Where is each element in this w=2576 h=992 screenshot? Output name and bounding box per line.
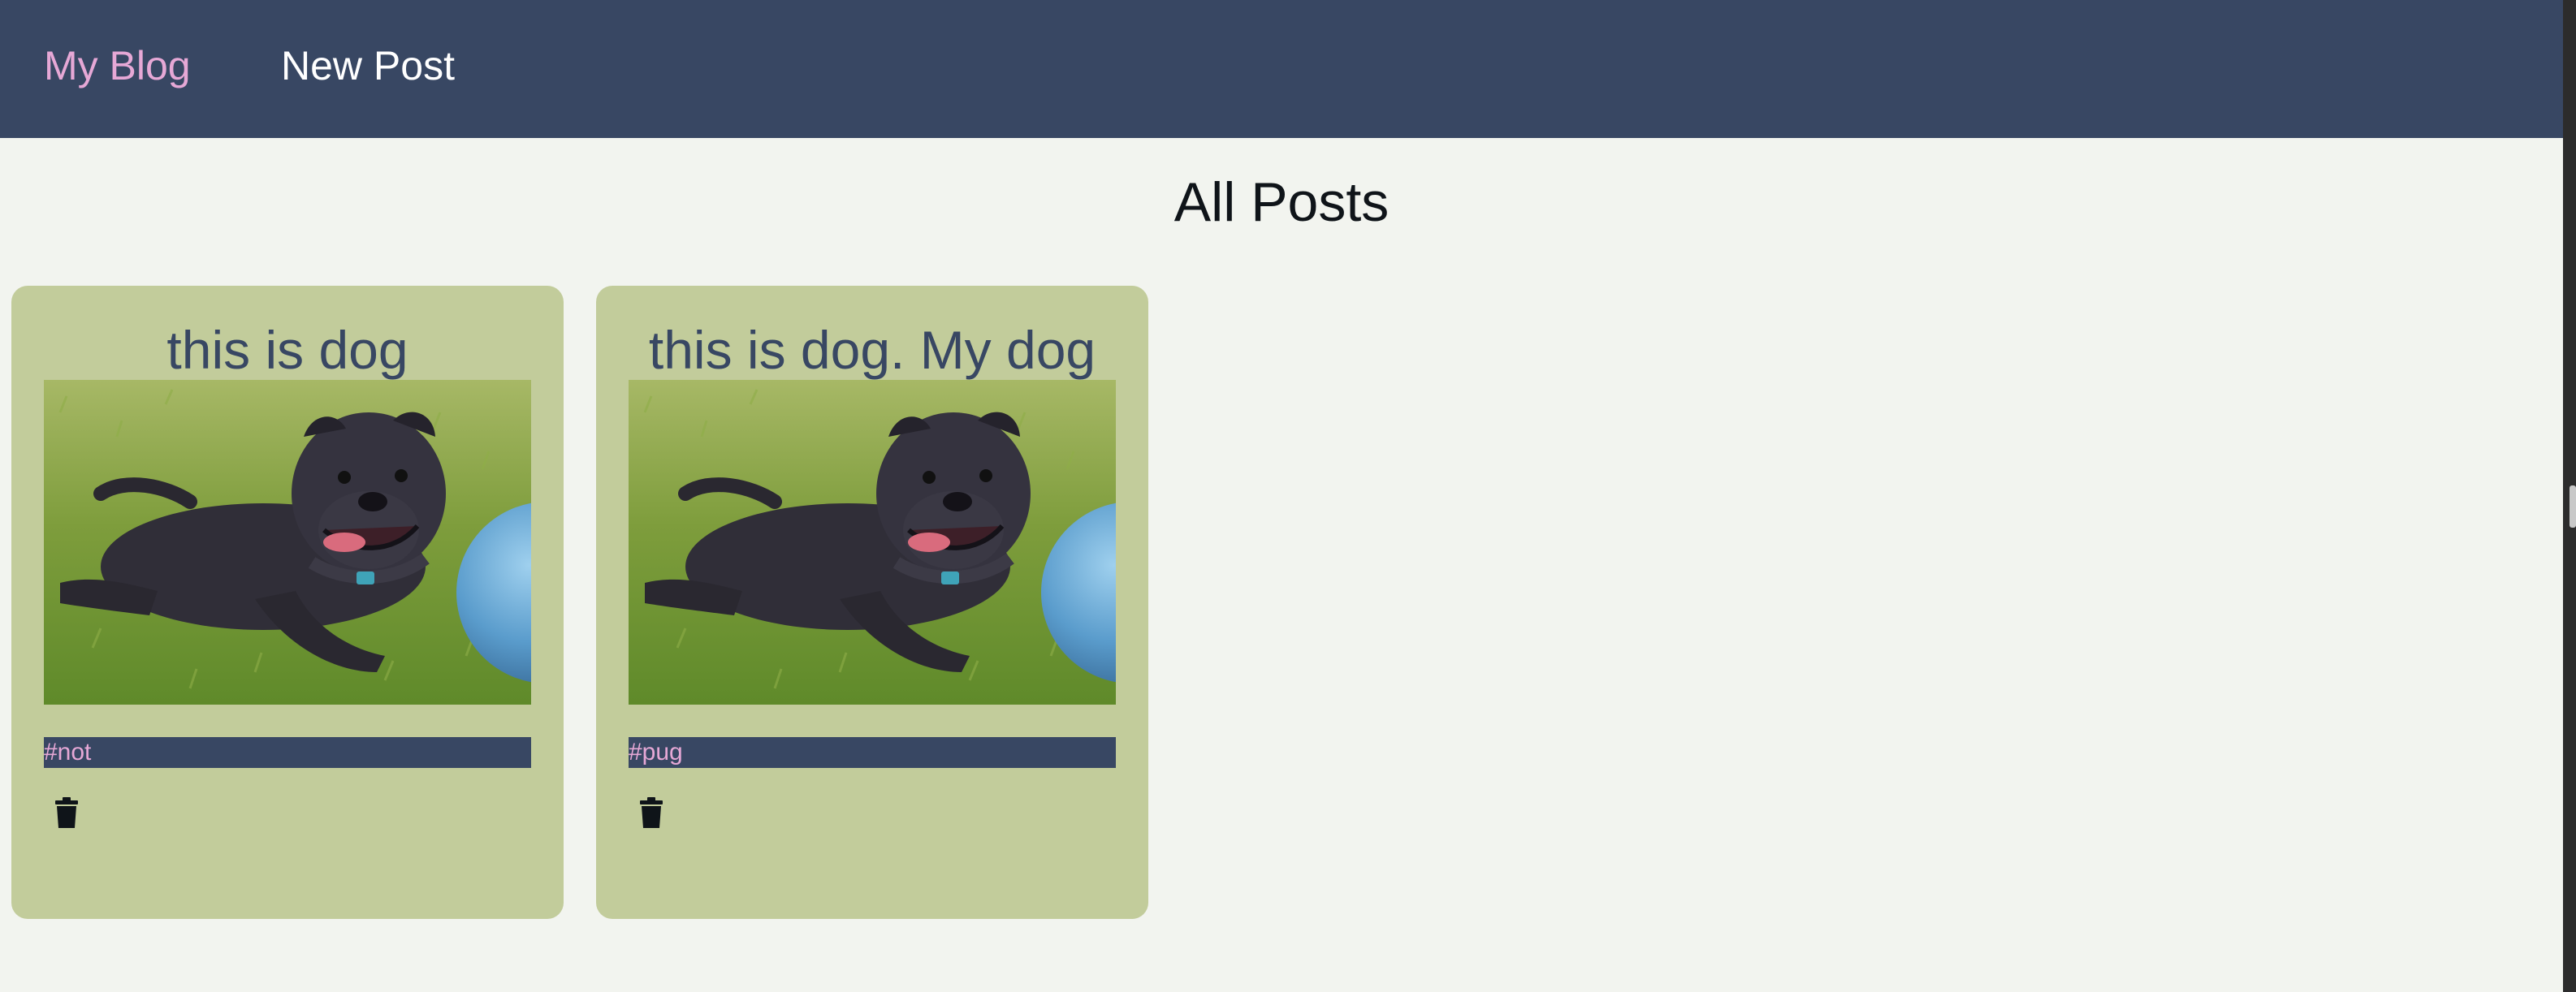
page-title: All Posts [1173, 171, 1390, 233]
nav-link-new-post[interactable]: New Post [281, 41, 455, 91]
dog-photo [44, 380, 531, 705]
post-tag-bar: #not [44, 737, 531, 768]
delete-post-button[interactable] [47, 794, 86, 833]
post-image [629, 380, 1116, 705]
post-tag-bar: #pug [629, 737, 1116, 768]
trash-icon [640, 797, 663, 828]
post-tag[interactable]: #not [44, 737, 91, 768]
post-card: this is dog. My dog #pug [596, 286, 1148, 919]
trash-icon [55, 797, 78, 828]
navbar: My Blog New Post [0, 0, 2563, 138]
post-card: this is dog #not [11, 286, 564, 919]
delete-post-button[interactable] [632, 794, 671, 833]
post-title: this is dog [166, 320, 408, 380]
scrollbar-thumb[interactable] [2570, 485, 2576, 528]
post-title: this is dog. My dog [648, 320, 1096, 380]
post-tag[interactable]: #pug [629, 737, 683, 768]
nav-link-my-blog[interactable]: My Blog [44, 41, 191, 91]
post-image [44, 380, 531, 705]
dog-photo [629, 380, 1116, 705]
